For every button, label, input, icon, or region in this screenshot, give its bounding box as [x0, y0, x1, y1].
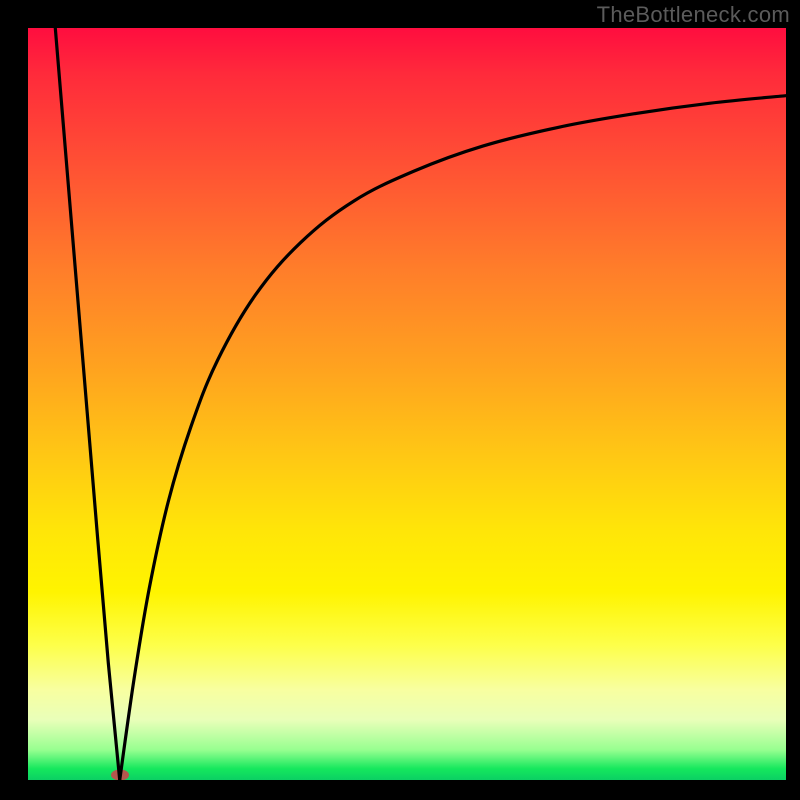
curve-left-branch: [55, 28, 119, 780]
curve-right-branch: [120, 96, 786, 780]
plot-area: [28, 28, 786, 780]
bottleneck-curve: [28, 28, 786, 780]
chart-frame: TheBottleneck.com: [0, 0, 800, 800]
watermark-text: TheBottleneck.com: [597, 2, 790, 28]
